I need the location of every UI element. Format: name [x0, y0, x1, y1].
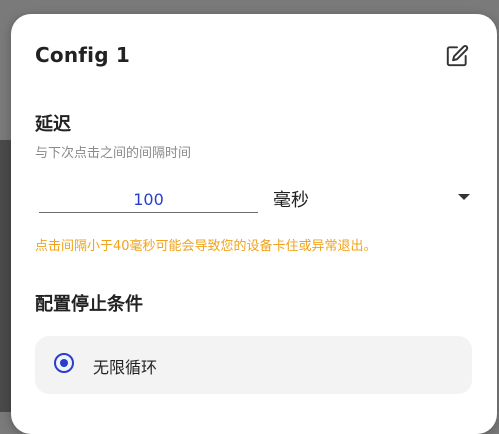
- radio-selected-dot: [59, 358, 68, 367]
- stop-option-infinite-loop[interactable]: 无限循环: [35, 336, 472, 394]
- dialog-title: Config 1: [35, 43, 131, 67]
- radio-button[interactable]: [54, 353, 74, 373]
- edit-button[interactable]: [441, 40, 473, 72]
- delay-warning: 点击间隔小于40毫秒可能会导致您的设备卡住或异常退出。: [35, 239, 377, 254]
- unit-label: 毫秒: [273, 190, 309, 211]
- delay-input[interactable]: [39, 186, 258, 213]
- unit-dropdown[interactable]: 毫秒: [271, 184, 476, 214]
- dropdown-arrow-icon: [458, 194, 470, 200]
- stop-option-label: 无限循环: [93, 358, 158, 377]
- edit-square-icon: [446, 45, 469, 67]
- delay-section-title: 延迟: [35, 114, 71, 135]
- delay-description: 与下次点击之间的间隔时间: [35, 146, 192, 161]
- config-dialog: Config 1 延迟 与下次点击之间的间隔时间 毫秒 点击间隔小于40毫秒可能…: [11, 14, 497, 434]
- stop-condition-title: 配置停止条件: [35, 294, 143, 315]
